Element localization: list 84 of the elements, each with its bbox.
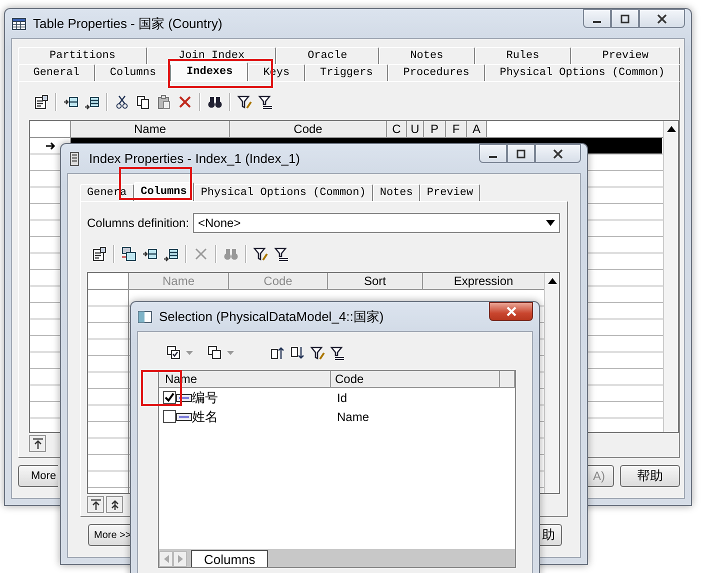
minimize-button[interactable] [479, 144, 507, 163]
filter-edit-icon[interactable] [237, 94, 253, 110]
minimize-button[interactable] [583, 9, 611, 28]
tab[interactable]: Rules [474, 47, 571, 64]
window-title: Table Properties - 国家 (Country) [33, 14, 222, 32]
column-header[interactable]: Sort [328, 273, 423, 290]
column-header[interactable]: U [407, 121, 424, 138]
add-columns-icon[interactable] [121, 246, 137, 262]
tab[interactable]: Columns [191, 550, 268, 567]
properties-icon[interactable] [33, 94, 49, 110]
scroll-up-icon[interactable] [548, 278, 556, 284]
deselect-all-icon[interactable] [207, 345, 223, 361]
arrow-left-icon [164, 555, 168, 563]
move-up-button[interactable] [106, 496, 123, 513]
close-icon [553, 148, 563, 158]
close-button[interactable] [489, 302, 533, 321]
binoculars-icon[interactable] [207, 94, 223, 110]
dropdown-arrow-icon [546, 220, 555, 226]
paste-icon[interactable] [156, 94, 172, 110]
column-name[interactable]: 编号 [192, 388, 337, 406]
move-up-icon[interactable] [270, 345, 286, 361]
column-header[interactable]: C [387, 121, 407, 138]
tab[interactable]: Partitions [18, 47, 148, 64]
column-name[interactable]: 姓名 [192, 408, 337, 426]
move-top-button[interactable] [87, 496, 104, 513]
select-all-icon[interactable] [166, 345, 182, 361]
close-button[interactable] [535, 144, 581, 163]
tab[interactable]: Triggers [304, 64, 388, 81]
checkbox[interactable] [163, 391, 176, 404]
column-code[interactable]: Name [337, 410, 370, 424]
tab[interactable]: Notes [372, 184, 420, 201]
column-header[interactable]: F [446, 121, 467, 138]
help-button[interactable]: 帮助 [620, 465, 680, 487]
maximize-button[interactable] [507, 144, 535, 163]
tab[interactable]: Columns [94, 64, 172, 81]
column-header[interactable]: Expression [423, 273, 545, 290]
field-label: Columns definition: [87, 216, 187, 230]
column-code[interactable]: Id [337, 390, 348, 404]
delete-icon[interactable] [177, 94, 193, 110]
move-top-button[interactable] [29, 435, 46, 452]
add-row-icon[interactable] [163, 246, 179, 262]
columns-definition-dropdown[interactable]: <None> [193, 213, 560, 233]
tab[interactable]: Oracle [276, 47, 379, 64]
filter-edit-icon[interactable] [253, 246, 269, 262]
tab[interactable]: Physical Options (Common) [484, 64, 680, 81]
maximize-icon [620, 14, 630, 24]
tab[interactable]: Preview [420, 184, 480, 201]
dialog-icon [137, 308, 153, 324]
more-button[interactable]: More [18, 465, 58, 487]
tab[interactable]: Preview [570, 47, 680, 64]
arrow-right-icon [178, 555, 182, 563]
column-header[interactable]: Name [71, 121, 230, 138]
scissors-icon[interactable] [114, 94, 130, 110]
window-title: Selection (PhysicalDataModel_4::国家) [159, 308, 384, 326]
tab[interactable]: Procedures [388, 64, 485, 81]
maximize-icon [516, 148, 526, 158]
filter-list-icon[interactable] [330, 345, 346, 361]
window-title: Index Properties - Index_1 (Index_1) [89, 151, 300, 166]
properties-icon[interactable] [91, 246, 107, 262]
column-header[interactable]: Code [230, 121, 387, 138]
filter-edit-icon[interactable] [310, 345, 326, 361]
tab[interactable]: Physical Options (Common) [194, 184, 373, 201]
column-header[interactable]: Code [331, 371, 500, 388]
close-button[interactable] [639, 9, 685, 28]
maximize-button[interactable] [611, 9, 639, 28]
close-icon [657, 14, 667, 24]
tab[interactable]: General [18, 64, 95, 81]
tab[interactable]: Indexes [171, 62, 248, 81]
close-icon [506, 306, 516, 317]
minimize-icon [593, 20, 601, 22]
insert-row-icon[interactable] [63, 94, 79, 110]
column-header[interactable]: A [467, 121, 487, 138]
column-header[interactable]: P [424, 121, 446, 138]
minimize-icon [489, 156, 497, 158]
insert-row-icon[interactable] [142, 246, 158, 262]
move-down-icon[interactable] [290, 345, 306, 361]
check-icon [164, 392, 175, 403]
checkbox[interactable] [163, 410, 176, 423]
scroll-up-icon[interactable] [666, 126, 676, 132]
filter-list-icon[interactable] [274, 246, 290, 262]
copy-icon[interactable] [135, 94, 151, 110]
filter-list-icon[interactable] [258, 94, 274, 110]
add-row-icon[interactable] [84, 94, 100, 110]
tab[interactable]: Notes [378, 47, 475, 64]
